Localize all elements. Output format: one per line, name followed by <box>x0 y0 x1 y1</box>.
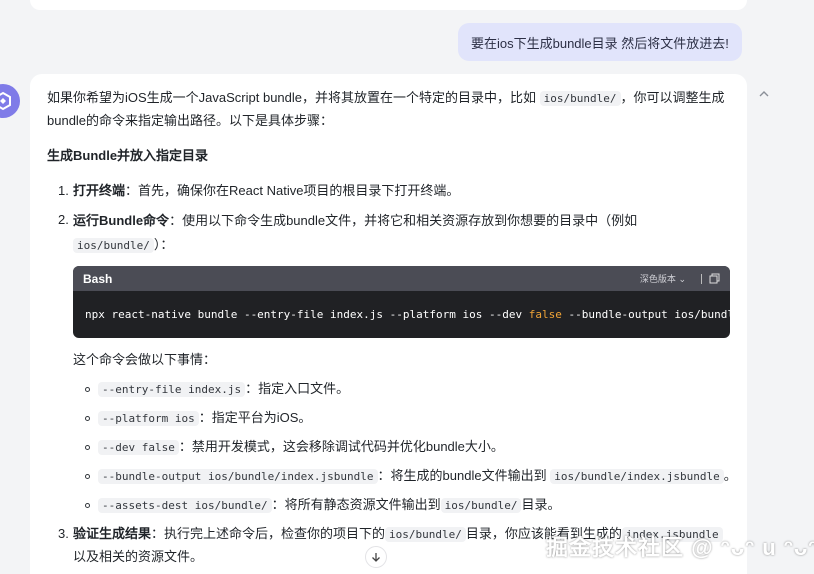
divider <box>701 273 702 284</box>
intro-line2: bundle的命令来指定输出路径。以下是具体步骤： <box>47 113 334 128</box>
step3-label: 验证生成结果 <box>73 526 152 541</box>
bullet-dot <box>85 387 90 392</box>
bullet-dot <box>85 474 90 479</box>
step3-number: 3. <box>58 526 69 541</box>
code-command: npx react-native bundle --entry-file ind… <box>85 308 529 321</box>
bullet-text: ：指定入口文件。 <box>245 381 350 396</box>
bullet-dot <box>85 503 90 508</box>
user-message-bubble: 要在ios下生成bundle目录 然后将文件放进去! <box>458 23 742 61</box>
bullet-code-2: ios/bundle/ <box>440 498 522 513</box>
theme-selector[interactable]: 深色版本 ⌄ <box>640 272 686 285</box>
bullet-item: --dev false ：禁用开发模式，这会移除调试代码并优化bundle大小。 <box>98 436 504 459</box>
bullet-tail: 。 <box>723 468 737 483</box>
step1-label: 打开终端 <box>73 183 126 198</box>
arrow-down-icon <box>372 553 380 562</box>
intro-text: 如果你希望为iOS生成一个JavaScript bundle，并将其放置在一个特… <box>47 90 537 105</box>
copy-icon[interactable] <box>709 273 720 284</box>
bullet-item: --assets-dest ios/bundle/：将所有静态资源文件输出到 io… <box>98 494 560 517</box>
bullet-dot <box>85 416 90 421</box>
chevron-up-icon[interactable] <box>757 87 771 101</box>
step3-inline-code: ios/bundle/ <box>385 527 466 542</box>
step3-text: ：执行完上述命令后，检查你的项目下的 <box>151 526 386 541</box>
bullet-text: ：指定平台为iOS。 <box>198 410 312 425</box>
code-block: Bash 深色版本 ⌄ npx react-native bundle --en… <box>73 266 730 338</box>
bullet-code: --bundle-output ios/bundle/index.jsbundl… <box>98 469 378 484</box>
code-language-label: Bash <box>83 271 113 286</box>
step2: 运行Bundle命令：使用以下命令生成bundle文件，并将它和相关资源存放到你… <box>73 209 723 258</box>
section-heading: 生成Bundle并放入指定目录 <box>47 148 209 163</box>
bullet-tail: 目录。 <box>521 497 561 512</box>
scroll-to-bottom-button[interactable] <box>365 546 387 568</box>
bullet-text: ：将所有静态资源文件输出到 <box>271 497 441 512</box>
step2-text: ：使用以下命令生成bundle文件，并将它和相关资源存放到你想要的目录中（例如 <box>169 213 638 228</box>
intro-inline-code: ios/bundle/ <box>539 91 621 106</box>
code-keyword: false <box>528 308 562 321</box>
bullet-item: --bundle-output ios/bundle/index.jsbundl… <box>98 465 737 488</box>
step1-number: 1. <box>58 183 69 198</box>
assistant-logo-icon <box>0 91 11 111</box>
explain-text: 这个命令会做以下事情： <box>73 352 217 367</box>
step2-number: 2. <box>58 212 69 227</box>
step3-line2: 以及相关的资源文件。 <box>73 549 204 564</box>
theme-label: 深色版本 <box>639 274 676 284</box>
code-block-body[interactable]: npx react-native bundle --entry-file ind… <box>73 291 730 338</box>
bullet-code-2: ios/bundle/index.jsbundle <box>550 469 724 484</box>
intro-text-tail: ，你可以调整生成 <box>620 90 725 105</box>
step1: 打开终端：首先，确保你在React Native项目的根目录下打开终端。 <box>73 180 753 202</box>
code-block-header: Bash 深色版本 ⌄ <box>73 266 730 291</box>
code-command-tail: --bundle-output ios/bundle/in <box>568 308 730 321</box>
bullet-item: --platform ios ：指定平台为iOS。 <box>98 407 311 430</box>
bullet-dot <box>85 445 90 450</box>
previous-message-card <box>30 0 747 10</box>
step2-inline-code: ios/bundle/ <box>73 238 154 253</box>
step2-close: ）： <box>153 237 174 252</box>
step1-text: ：首先，确保你在React Native项目的根目录下打开终端。 <box>125 183 460 198</box>
watermark: 掘金技术社区 @ ᵔᴗᵔ u ᵔᴗᵔ <box>546 535 814 560</box>
intro-paragraph: 如果你希望为iOS生成一个JavaScript bundle，并将其放置在一个特… <box>47 87 727 132</box>
bullet-code: --entry-file index.js <box>98 382 246 397</box>
bullet-code: --dev false <box>98 440 179 455</box>
bullet-text: ：将生成的bundle文件输出到 <box>377 468 547 483</box>
step2-label: 运行Bundle命令 <box>73 213 170 228</box>
bullet-item: --entry-file index.js ：指定入口文件。 <box>98 378 349 401</box>
user-message-text: 要在ios下生成bundle目录 然后将文件放进去! <box>471 35 729 51</box>
bullet-text: ：禁用开发模式，这会移除调试代码并优化bundle大小。 <box>178 439 504 454</box>
assistant-avatar <box>0 84 20 118</box>
chevron-down-icon: ⌄ <box>678 274 686 284</box>
bullet-code: --platform ios <box>98 411 199 426</box>
bullet-code: --assets-dest ios/bundle/ <box>98 498 272 513</box>
